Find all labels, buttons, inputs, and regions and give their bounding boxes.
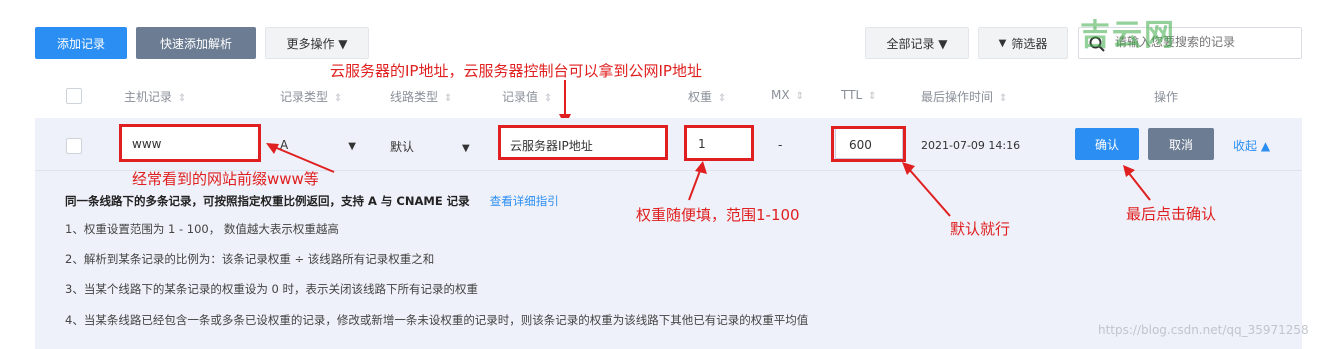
confirm-annotation: 最后点击确认 — [1126, 205, 1217, 223]
info-line: 4、当某条线路已经包含一条或多条已设权重的记录，修改或新增一条未设权重的记录时，… — [65, 313, 809, 327]
prefix-arrow — [266, 143, 335, 173]
info-guide-link[interactable]: 查看详细指引 — [490, 194, 559, 208]
add-record-button[interactable]: 添加记录 — [35, 27, 127, 59]
header-time[interactable]: 最后操作时间 ⇕ — [921, 88, 1007, 105]
more-actions-button[interactable]: 更多操作 ▼ — [265, 27, 369, 59]
info-line: 1、权重设置范围为 1 - 100， 数值越大表示权重越高 — [65, 222, 339, 236]
select-all-checkbox[interactable] — [66, 88, 82, 104]
ttl-arrow — [902, 162, 951, 217]
value-highlight — [498, 125, 668, 160]
quick-add-button[interactable]: 快速添加解析 — [136, 27, 256, 59]
header-type[interactable]: 记录类型 ⇕ — [280, 88, 342, 105]
collapse-link[interactable]: 收起 ▲ — [1233, 137, 1270, 154]
ip-annotation: 云服务器的IP地址，云服务器控制台可以拿到公网IP地址 — [330, 62, 702, 80]
header-value[interactable]: 记录值 ⇕ — [502, 88, 552, 105]
filter-icon: ▼ — [998, 37, 1007, 49]
header-weight[interactable]: 权重 ⇕ — [688, 88, 726, 105]
ttl-highlight — [831, 126, 906, 162]
watermark-url: https://blog.csdn.net/qq_35971258 — [1098, 323, 1309, 337]
ttl-annotation: 默认就行 — [950, 220, 1011, 238]
weight-highlight — [684, 125, 754, 161]
header-line[interactable]: 线路类型 ⇕ — [390, 88, 452, 105]
header-actions: 操作 — [1154, 90, 1179, 104]
mx-value: - — [778, 138, 783, 152]
watermark-logo: 吉云网 — [1080, 18, 1176, 53]
filter-label: 筛选器 — [1011, 36, 1048, 51]
info-title: 同一条线路下的多条记录，可按照指定权重比例返回，支持 A 与 CNAME 记录 … — [65, 194, 559, 208]
last-modified-time: 2021-07-09 14:16 — [921, 139, 1021, 152]
line-select[interactable]: 默认 ▼ — [390, 138, 470, 155]
info-line: 3、当某个线路下的某条记录的权重设为 0 时，表示关闭该线路下所有记录的权重 — [65, 282, 478, 296]
confirm-button[interactable]: 确认 — [1075, 128, 1139, 160]
header-host[interactable]: 主机记录 ⇕ — [124, 88, 186, 105]
info-line: 2、解析到某条记录的比例为：该条记录权重 ÷ 该线路所有记录权重之和 — [65, 252, 435, 266]
cancel-button[interactable]: 取消 — [1148, 128, 1214, 160]
confirm-arrow — [1123, 165, 1151, 201]
row-checkbox[interactable] — [66, 138, 82, 154]
weight-annotation: 权重随便填，范围1-100 — [636, 206, 800, 224]
host-highlight — [119, 124, 261, 162]
header-mx[interactable]: MX ⇕ — [771, 88, 804, 102]
weight-arrow — [688, 161, 707, 201]
header-ttl[interactable]: TTL ⇕ — [841, 88, 877, 102]
filter-button[interactable]: ▼ 筛选器 — [978, 27, 1068, 59]
all-records-dropdown[interactable]: 全部记录 ▼ — [865, 27, 969, 59]
